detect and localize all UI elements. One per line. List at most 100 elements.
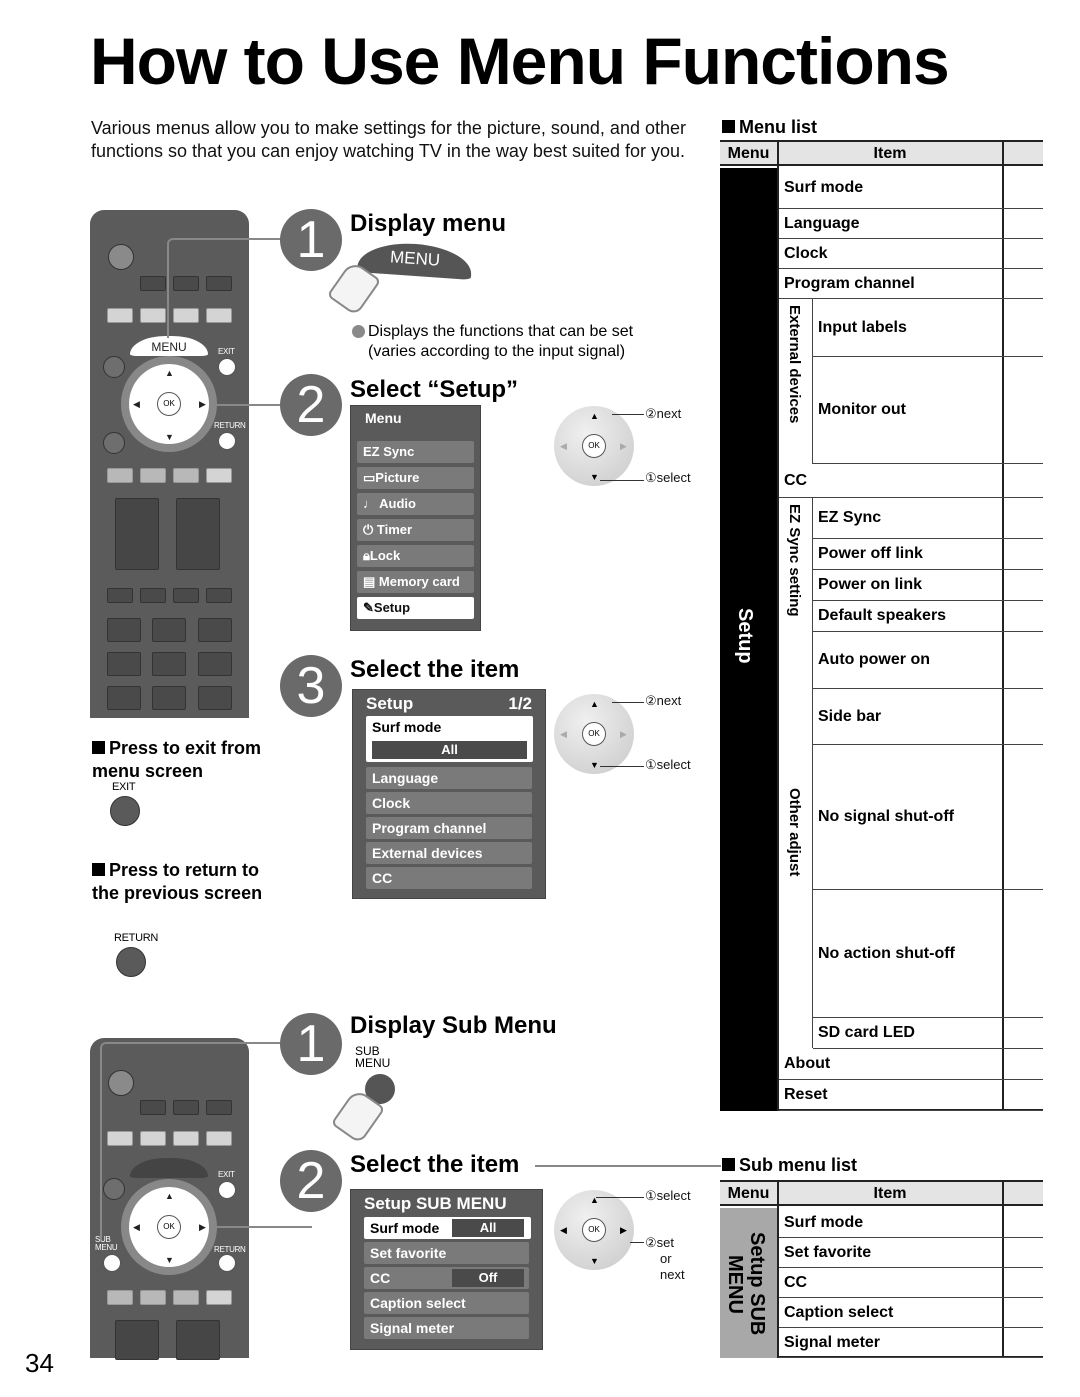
table-row: CC <box>779 1268 1043 1298</box>
menu-list-table: Menu Item Setup External devices EZ Sync… <box>720 140 1043 1111</box>
table-row: Signal meter <box>779 1328 1043 1358</box>
osd-item-picture[interactable]: ▭Picture <box>357 467 474 489</box>
power-button <box>108 244 134 270</box>
table-row: Default speakers <box>813 601 1043 632</box>
osd-item-language[interactable]: Language <box>366 767 532 789</box>
navigation-dial: OK ▲ ◀ ▶ ▼ <box>554 694 634 774</box>
leader-line <box>600 480 644 481</box>
osd-item-memory-card[interactable]: ▤ Memory card <box>357 571 474 593</box>
sub-osd-item-surf-mode[interactable]: Surf mode All <box>364 1217 531 1239</box>
return-label: RETURN <box>214 1245 246 1254</box>
music-note-icon: ♩ <box>363 496 380 511</box>
square-bullet-icon <box>722 1158 735 1171</box>
column-header-item: Item <box>777 1182 1003 1206</box>
menu-list-heading: Menu list <box>722 117 817 138</box>
up-arrow-icon: ▲ <box>165 368 174 378</box>
osd-item-cc[interactable]: CC <box>366 867 532 889</box>
remote-button <box>140 468 166 483</box>
setup-icon: ✎ <box>363 600 374 615</box>
table-row: EZ Sync <box>813 498 1043 539</box>
connector-line <box>167 238 283 338</box>
menu-cell-setup: Setup <box>720 168 778 1111</box>
table-row: CC <box>779 464 1043 498</box>
page-title: How to Use Menu Functions <box>90 24 950 98</box>
osd-item-value: All <box>452 1219 524 1237</box>
table-row: Clock <box>779 239 1043 269</box>
sub-menu-osd: Setup SUB MENU Surf mode All Set favorit… <box>350 1189 543 1350</box>
remote-button <box>107 618 141 642</box>
leader-line <box>600 766 644 767</box>
square-bullet-icon <box>92 741 105 754</box>
table-row: Monitor out <box>813 357 1043 464</box>
table-row: Surf mode <box>779 168 1043 209</box>
remote-button <box>140 308 166 323</box>
remote-button <box>152 652 186 676</box>
osd-item-clock[interactable]: Clock <box>366 792 532 814</box>
table-row: SD card LED <box>813 1018 1043 1049</box>
column-header-menu: Menu <box>720 142 777 166</box>
ok-button[interactable]: OK <box>582 434 606 458</box>
ok-button: OK <box>157 392 181 416</box>
osd-item-audio[interactable]: ♩ Audio <box>357 493 474 515</box>
sub-osd-item-cc[interactable]: CC Off <box>364 1267 529 1289</box>
remote-button <box>107 652 141 676</box>
navigation-dial: OK ▲ ◀ ▶ ▼ <box>554 406 634 486</box>
leader-line <box>596 1197 644 1198</box>
osd-title: Setup SUB MENU <box>364 1194 507 1213</box>
sub-osd-item-caption-select[interactable]: Caption select <box>364 1292 529 1314</box>
up-arrow-icon: ▲ <box>590 411 599 421</box>
remote-button <box>173 1290 199 1305</box>
return-note-heading: Press to return to the previous screen <box>92 860 263 903</box>
table-row: Input labels <box>813 299 1043 357</box>
power-icon: ⏻ <box>363 522 377 537</box>
osd-item-external-devices[interactable]: External devices <box>366 842 532 864</box>
osd-item-ez-sync[interactable]: EZ Sync <box>357 441 474 463</box>
remote-menu-button: MENU <box>130 336 208 356</box>
osd-item-program-channel[interactable]: Program channel <box>366 817 532 839</box>
osd-item-lock[interactable]: 🔒︎Lock <box>357 545 474 567</box>
menu-name: Setup SUB MENU <box>724 1232 768 1336</box>
ok-button[interactable]: OK <box>582 722 606 746</box>
table-row: Power off link <box>813 539 1043 570</box>
intro-text: Various menus allow you to make settings… <box>91 118 686 161</box>
remote-button <box>206 468 232 483</box>
exit-button[interactable] <box>110 796 140 826</box>
step-title: Display menu <box>350 210 507 237</box>
step-title: Select “Setup” <box>350 376 519 403</box>
remote-button <box>173 468 199 483</box>
return-button[interactable] <box>116 947 146 977</box>
left-arrow-icon: ◀ <box>560 441 567 451</box>
step-number: 1 <box>280 1013 342 1075</box>
menu-button-illustration[interactable]: MENU <box>357 240 473 280</box>
step-title: Select the item <box>350 1151 520 1178</box>
osd-title: Menu <box>365 410 402 426</box>
ok-button[interactable]: OK <box>582 1218 606 1242</box>
square-bullet-icon <box>92 863 105 876</box>
column-header-blank <box>1003 1182 1043 1206</box>
osd-item-timer[interactable]: ⏻ Timer <box>357 519 474 541</box>
down-arrow-icon: ▼ <box>590 1256 599 1266</box>
table-row: Side bar <box>813 689 1043 745</box>
remote-return-button <box>218 1254 236 1272</box>
remote-button <box>176 498 220 570</box>
exit-note-heading: Press to exit from menu screen <box>92 738 262 781</box>
step1-note: Displays the functions that can be set (… <box>368 323 634 360</box>
step-title: Select the item <box>350 656 520 683</box>
remote-button <box>107 308 133 323</box>
osd-item-surf-mode[interactable]: Surf mode All <box>366 716 533 762</box>
sub-osd-item-set-favorite[interactable]: Set favorite <box>364 1242 529 1264</box>
remote-button <box>103 356 125 378</box>
osd-item-label: Surf mode <box>372 719 442 735</box>
remote-dpad: OK ▲ ▼ ◀ ▶ <box>121 356 217 452</box>
osd-item-setup[interactable]: ✎Setup <box>357 597 474 619</box>
table-row: Surf mode <box>779 1208 1043 1238</box>
table-row: Reset <box>779 1080 1043 1111</box>
page-number: 34 <box>25 1348 54 1378</box>
memory-card-icon: ▤ <box>363 574 379 589</box>
remote-button <box>115 498 159 570</box>
connector-line <box>535 1165 721 1167</box>
remote-button <box>107 686 141 710</box>
step-title: Display Sub Menu <box>350 1012 557 1039</box>
sub-osd-item-signal-meter[interactable]: Signal meter <box>364 1317 529 1339</box>
table-row: Language <box>779 209 1043 239</box>
